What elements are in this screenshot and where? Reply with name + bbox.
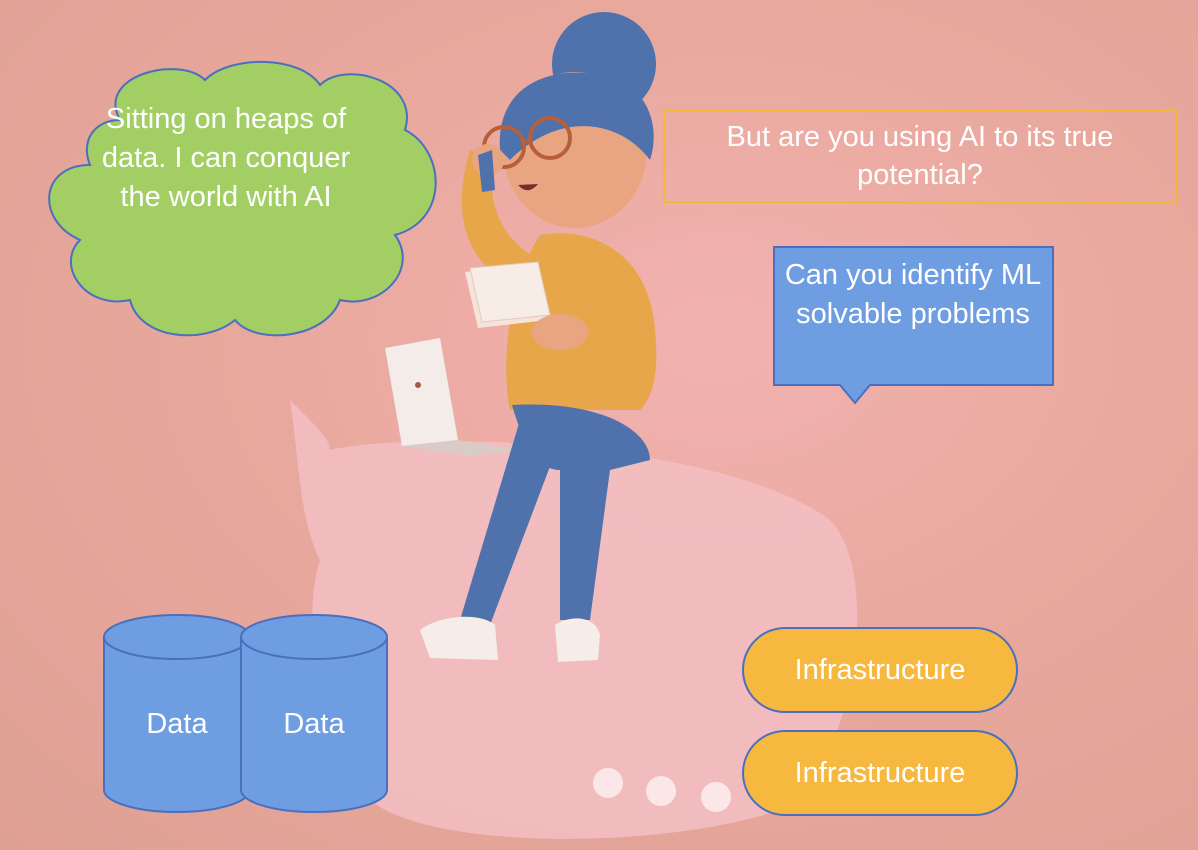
infrastructure-label: Infrastructure bbox=[794, 756, 966, 789]
database-label: Data bbox=[146, 708, 208, 740]
question-box: But are you using AI to its true potenti… bbox=[663, 109, 1177, 203]
infrastructure-label: Infrastructure bbox=[794, 653, 966, 686]
infrastructure-pill: Infrastructure bbox=[742, 627, 1018, 713]
question-text: But are you using AI to its true potenti… bbox=[726, 121, 1114, 191]
thought-bubble-text: Sitting on heaps of data. I can conquer … bbox=[101, 103, 351, 213]
database-label: Data bbox=[283, 708, 345, 740]
callout-text: Can you identify ML solvable problems bbox=[784, 259, 1042, 330]
infrastructure-pill: Infrastructure bbox=[742, 730, 1018, 816]
